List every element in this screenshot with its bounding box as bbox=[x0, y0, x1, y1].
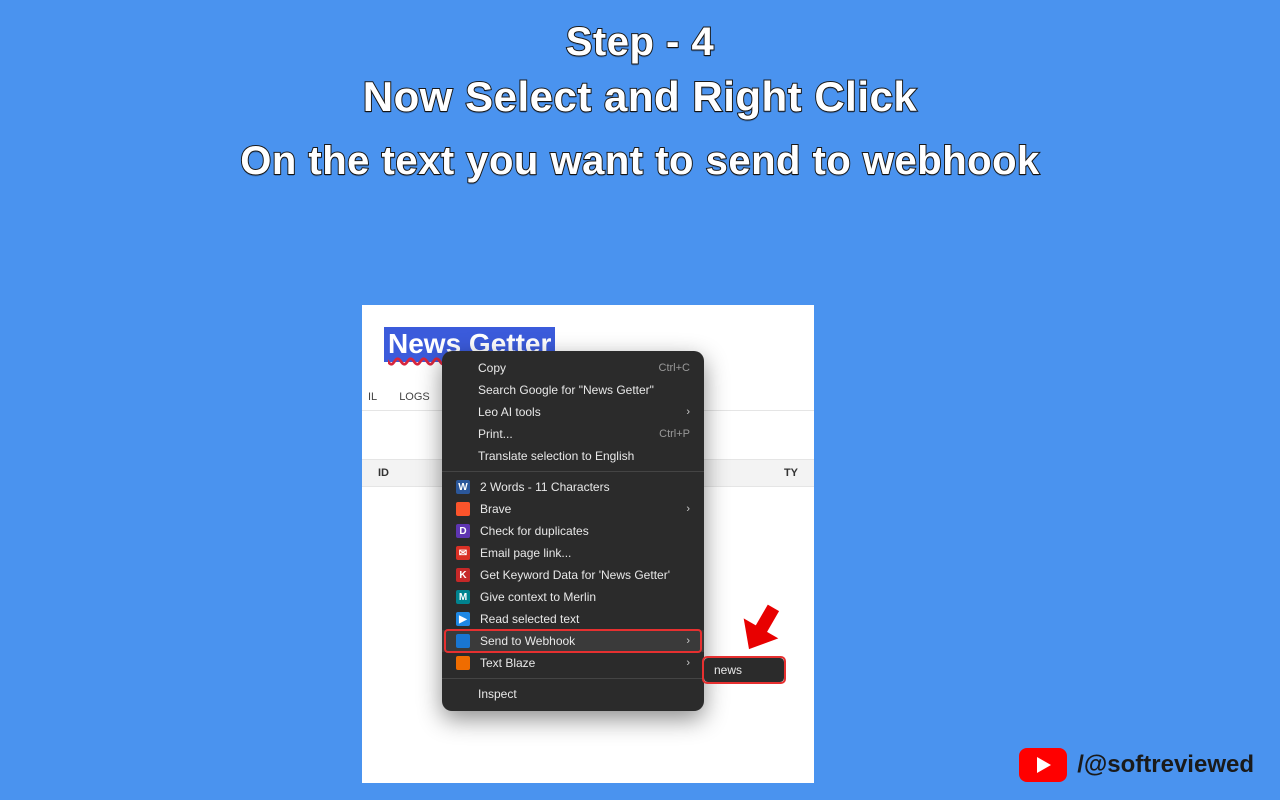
tutorial-headings: Step - 4 Now Select and Right Click On t… bbox=[0, 0, 1280, 184]
menu-copy-shortcut: Ctrl+C bbox=[659, 362, 690, 374]
menu-word-count[interactable]: W 2 Words - 11 Characters bbox=[442, 476, 704, 498]
col-type: TY bbox=[784, 467, 798, 479]
menu-leo-label: Leo AI tools bbox=[478, 405, 541, 419]
tab-logs[interactable]: LOGS bbox=[399, 391, 430, 403]
menu-copy-label: Copy bbox=[478, 361, 506, 375]
send-icon bbox=[456, 634, 470, 648]
channel-handle: /@softreviewed bbox=[1077, 751, 1254, 779]
menu-email-link[interactable]: ✉ Email page link... bbox=[442, 542, 704, 564]
menu-dup-label: Check for duplicates bbox=[480, 524, 589, 538]
chevron-right-icon: › bbox=[686, 406, 690, 418]
menu-text-blaze[interactable]: Text Blaze › bbox=[442, 652, 704, 674]
tab-il[interactable]: IL bbox=[368, 391, 377, 403]
play-icon: ▶ bbox=[456, 612, 470, 626]
menu-keyword-data[interactable]: K Get Keyword Data for 'News Getter' bbox=[442, 564, 704, 586]
menu-brave-label: Brave bbox=[480, 502, 511, 516]
email-icon: ✉ bbox=[456, 546, 470, 560]
menu-read-text[interactable]: ▶ Read selected text bbox=[442, 608, 704, 630]
menu-email-label: Email page link... bbox=[480, 546, 571, 560]
menu-search-google[interactable]: Search Google for "News Getter" bbox=[442, 379, 704, 401]
menu-print[interactable]: Print... Ctrl+P bbox=[442, 423, 704, 445]
menu-inspect-label: Inspect bbox=[478, 687, 517, 701]
menu-brave[interactable]: Brave › bbox=[442, 498, 704, 520]
textblaze-icon bbox=[456, 656, 470, 670]
menu-print-label: Print... bbox=[478, 427, 513, 441]
context-menu: Copy Ctrl+C Search Google for "News Gett… bbox=[442, 351, 704, 711]
menu-search-label: Search Google for "News Getter" bbox=[478, 383, 654, 397]
col-id: ID bbox=[378, 467, 389, 479]
menu-translate[interactable]: Translate selection to English bbox=[442, 445, 704, 467]
menu-separator bbox=[442, 678, 704, 679]
menu-inspect[interactable]: Inspect bbox=[442, 683, 704, 705]
chevron-right-icon: › bbox=[686, 503, 690, 515]
menu-blaze-label: Text Blaze bbox=[480, 656, 535, 670]
channel-credit: /@softreviewed bbox=[1019, 748, 1254, 782]
menu-read-label: Read selected text bbox=[480, 612, 579, 626]
instruction-line-2: On the text you want to send to webhook bbox=[0, 139, 1280, 184]
step-title: Step - 4 bbox=[0, 20, 1280, 65]
webhook-submenu: news bbox=[704, 658, 784, 682]
menu-check-duplicates[interactable]: D Check for duplicates bbox=[442, 520, 704, 542]
brave-icon bbox=[456, 502, 470, 516]
submenu-item-news[interactable]: news bbox=[714, 663, 742, 677]
chevron-right-icon: › bbox=[686, 635, 690, 647]
chevron-right-icon: › bbox=[686, 657, 690, 669]
menu-leo-ai[interactable]: Leo AI tools › bbox=[442, 401, 704, 423]
menu-webhook-label: Send to Webhook bbox=[480, 634, 575, 648]
merlin-icon: M bbox=[456, 590, 470, 604]
menu-copy[interactable]: Copy Ctrl+C bbox=[442, 357, 704, 379]
menu-send-to-webhook[interactable]: Send to Webhook › bbox=[442, 630, 704, 652]
youtube-icon bbox=[1019, 748, 1067, 782]
menu-merlin-label: Give context to Merlin bbox=[480, 590, 596, 604]
menu-separator bbox=[442, 471, 704, 472]
word-icon: W bbox=[456, 480, 470, 494]
menu-print-shortcut: Ctrl+P bbox=[659, 428, 690, 440]
menu-translate-label: Translate selection to English bbox=[478, 449, 634, 463]
instruction-line-1: Now Select and Right Click bbox=[0, 73, 1280, 121]
annotation-arrow bbox=[735, 582, 800, 654]
menu-merlin[interactable]: M Give context to Merlin bbox=[442, 586, 704, 608]
duplicate-icon: D bbox=[456, 524, 470, 538]
menu-keyword-label: Get Keyword Data for 'News Getter' bbox=[480, 568, 670, 582]
keyword-icon: K bbox=[456, 568, 470, 582]
embedded-screenshot: News Getter IL LOGS ID TY Copy Ctrl+C Se… bbox=[362, 305, 814, 783]
menu-word-label: 2 Words - 11 Characters bbox=[480, 480, 610, 494]
